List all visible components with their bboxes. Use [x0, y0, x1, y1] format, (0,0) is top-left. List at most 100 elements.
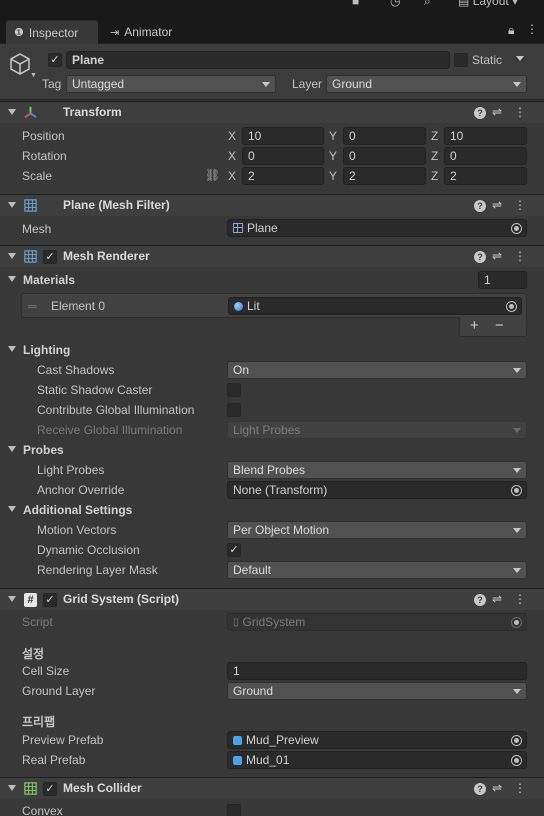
collab-icon[interactable]: ■: [352, 0, 359, 8]
position-z-field[interactable]: 10: [444, 127, 527, 145]
object-picker-icon[interactable]: [511, 735, 522, 746]
position-x-field[interactable]: 10: [242, 127, 324, 145]
component-menu-icon[interactable]: ⋮: [514, 249, 526, 263]
presets-icon[interactable]: ⇌: [492, 249, 502, 263]
static-shadow-caster-checkbox[interactable]: [227, 383, 241, 397]
help-icon[interactable]: ?: [474, 783, 486, 795]
object-picker-icon[interactable]: [511, 485, 522, 496]
component-menu-icon[interactable]: ⋮: [514, 592, 526, 606]
lighting-foldout[interactable]: Lighting: [0, 340, 544, 360]
scale-y-axis[interactable]: Y: [329, 169, 337, 183]
info-icon: ❶: [14, 27, 24, 39]
static-dropdown-icon[interactable]: [516, 56, 524, 61]
help-icon[interactable]: ?: [474, 200, 486, 212]
scale-y-field[interactable]: 2: [343, 167, 426, 185]
position-x-axis[interactable]: X: [228, 129, 236, 143]
active-checkbox[interactable]: ✓: [48, 53, 62, 67]
foldout-arrow-icon[interactable]: [8, 596, 16, 602]
layer-dropdown[interactable]: Ground: [326, 75, 527, 93]
grid-system-enabled-checkbox[interactable]: ✓: [43, 593, 57, 607]
position-y-axis[interactable]: Y: [329, 129, 337, 143]
grid-system-header[interactable]: # ✓ Grid System (Script) ? ⇌ ⋮: [0, 588, 544, 610]
foldout-arrow-icon[interactable]: [8, 785, 16, 791]
drag-handle-icon[interactable]: ═: [28, 299, 37, 313]
remove-element-button[interactable]: −: [495, 317, 504, 334]
mesh-renderer-enabled-checkbox[interactable]: ✓: [43, 250, 57, 264]
history-icon[interactable]: ◷: [390, 0, 400, 8]
layout-dropdown[interactable]: ▤ Layout ▾: [458, 0, 518, 8]
position-z-axis[interactable]: Z: [431, 129, 438, 143]
scale-z-field[interactable]: 2: [444, 167, 527, 185]
rotation-x-field[interactable]: 0: [242, 147, 324, 165]
light-probes-label: Light Probes: [37, 463, 105, 477]
scale-x-field[interactable]: 2: [242, 167, 324, 185]
cell-size-field[interactable]: 1: [227, 662, 527, 680]
component-menu-icon[interactable]: ⋮: [514, 105, 526, 119]
static-checkbox[interactable]: [454, 53, 468, 67]
object-picker-icon[interactable]: [511, 223, 522, 234]
presets-icon[interactable]: ⇌: [492, 781, 502, 795]
dynamic-occlusion-checkbox[interactable]: ✓: [227, 543, 241, 557]
mesh-filter-header[interactable]: Plane (Mesh Filter) ? ⇌ ⋮: [0, 194, 544, 216]
help-icon[interactable]: ?: [474, 251, 486, 263]
mesh-renderer-title: Mesh Renderer: [63, 249, 150, 263]
tag-dropdown[interactable]: Untagged: [66, 75, 276, 93]
preview-prefab-field[interactable]: Mud_Preview: [227, 731, 527, 749]
script-field: ▯ GridSystem: [227, 613, 527, 631]
motion-vectors-dropdown[interactable]: Per Object Motion: [227, 521, 527, 539]
gameobject-name-field[interactable]: Plane: [66, 51, 450, 69]
materials-foldout[interactable]: Materials: [0, 270, 544, 290]
mesh-collider-enabled-checkbox[interactable]: ✓: [43, 782, 57, 796]
tab-animator[interactable]: ⇥ Animator: [102, 20, 180, 44]
foldout-arrow-icon[interactable]: [8, 253, 16, 259]
object-picker-icon[interactable]: [506, 301, 517, 312]
position-y-field[interactable]: 0: [343, 127, 426, 145]
tab-inspector[interactable]: ❶ Inspector: [6, 20, 98, 44]
settings-header: 설정: [22, 647, 45, 661]
add-element-button[interactable]: +: [470, 317, 479, 334]
rotation-x-axis[interactable]: X: [228, 149, 236, 163]
foldout-arrow-icon[interactable]: [8, 202, 16, 208]
component-menu-icon[interactable]: ⋮: [514, 781, 526, 795]
prefab-icon: [233, 755, 242, 765]
anchor-override-field[interactable]: None (Transform): [227, 481, 527, 499]
foldout-arrow-icon: [8, 506, 16, 512]
probes-foldout[interactable]: Probes: [0, 440, 544, 460]
rotation-z-axis[interactable]: Z: [431, 149, 438, 163]
panel-menu-icon[interactable]: ⋮: [526, 22, 538, 36]
rotation-y-field[interactable]: 0: [343, 147, 426, 165]
transform-header[interactable]: Transform ? ⇌ ⋮: [0, 101, 544, 123]
presets-icon[interactable]: ⇌: [492, 105, 502, 119]
gameobject-cube-icon[interactable]: [8, 52, 32, 76]
object-picker-icon[interactable]: [511, 755, 522, 766]
rotation-z-field[interactable]: 0: [444, 147, 527, 165]
mesh-object-field[interactable]: Plane: [227, 219, 527, 237]
lock-icon[interactable]: 🔒︎: [508, 23, 514, 38]
scale-x-axis[interactable]: X: [228, 169, 236, 183]
help-icon[interactable]: ?: [474, 107, 486, 119]
constrain-proportions-icon[interactable]: ⛓︎: [205, 168, 220, 182]
convex-checkbox[interactable]: [227, 804, 241, 816]
script-icon: #: [24, 593, 37, 607]
materials-count-field[interactable]: 1: [478, 271, 527, 289]
search-icon[interactable]: ⌕: [424, 0, 431, 9]
material-object-field[interactable]: Lit: [228, 297, 522, 315]
real-prefab-field[interactable]: Mud_01: [227, 751, 527, 769]
presets-icon[interactable]: ⇌: [492, 592, 502, 606]
help-icon[interactable]: ?: [474, 594, 486, 606]
receive-gi-dropdown: Light Probes: [227, 421, 527, 439]
rotation-y-axis[interactable]: Y: [329, 149, 337, 163]
icon-dropdown-caret[interactable]: ▼: [30, 72, 37, 79]
ground-layer-dropdown[interactable]: Ground: [227, 682, 527, 700]
presets-icon[interactable]: ⇌: [492, 198, 502, 212]
contribute-gi-checkbox[interactable]: [227, 403, 241, 417]
light-probes-dropdown[interactable]: Blend Probes: [227, 461, 527, 479]
cast-shadows-dropdown[interactable]: On: [227, 361, 527, 379]
foldout-arrow-icon[interactable]: [8, 109, 16, 115]
scale-z-axis[interactable]: Z: [431, 169, 438, 183]
mesh-renderer-header[interactable]: ✓ Mesh Renderer ? ⇌ ⋮: [0, 245, 544, 267]
component-menu-icon[interactable]: ⋮: [514, 198, 526, 212]
rendering-layer-mask-dropdown[interactable]: Default: [227, 561, 527, 579]
mesh-collider-header[interactable]: ✓ Mesh Collider ? ⇌ ⋮: [0, 777, 544, 799]
additional-settings-foldout[interactable]: Additional Settings: [0, 500, 544, 520]
